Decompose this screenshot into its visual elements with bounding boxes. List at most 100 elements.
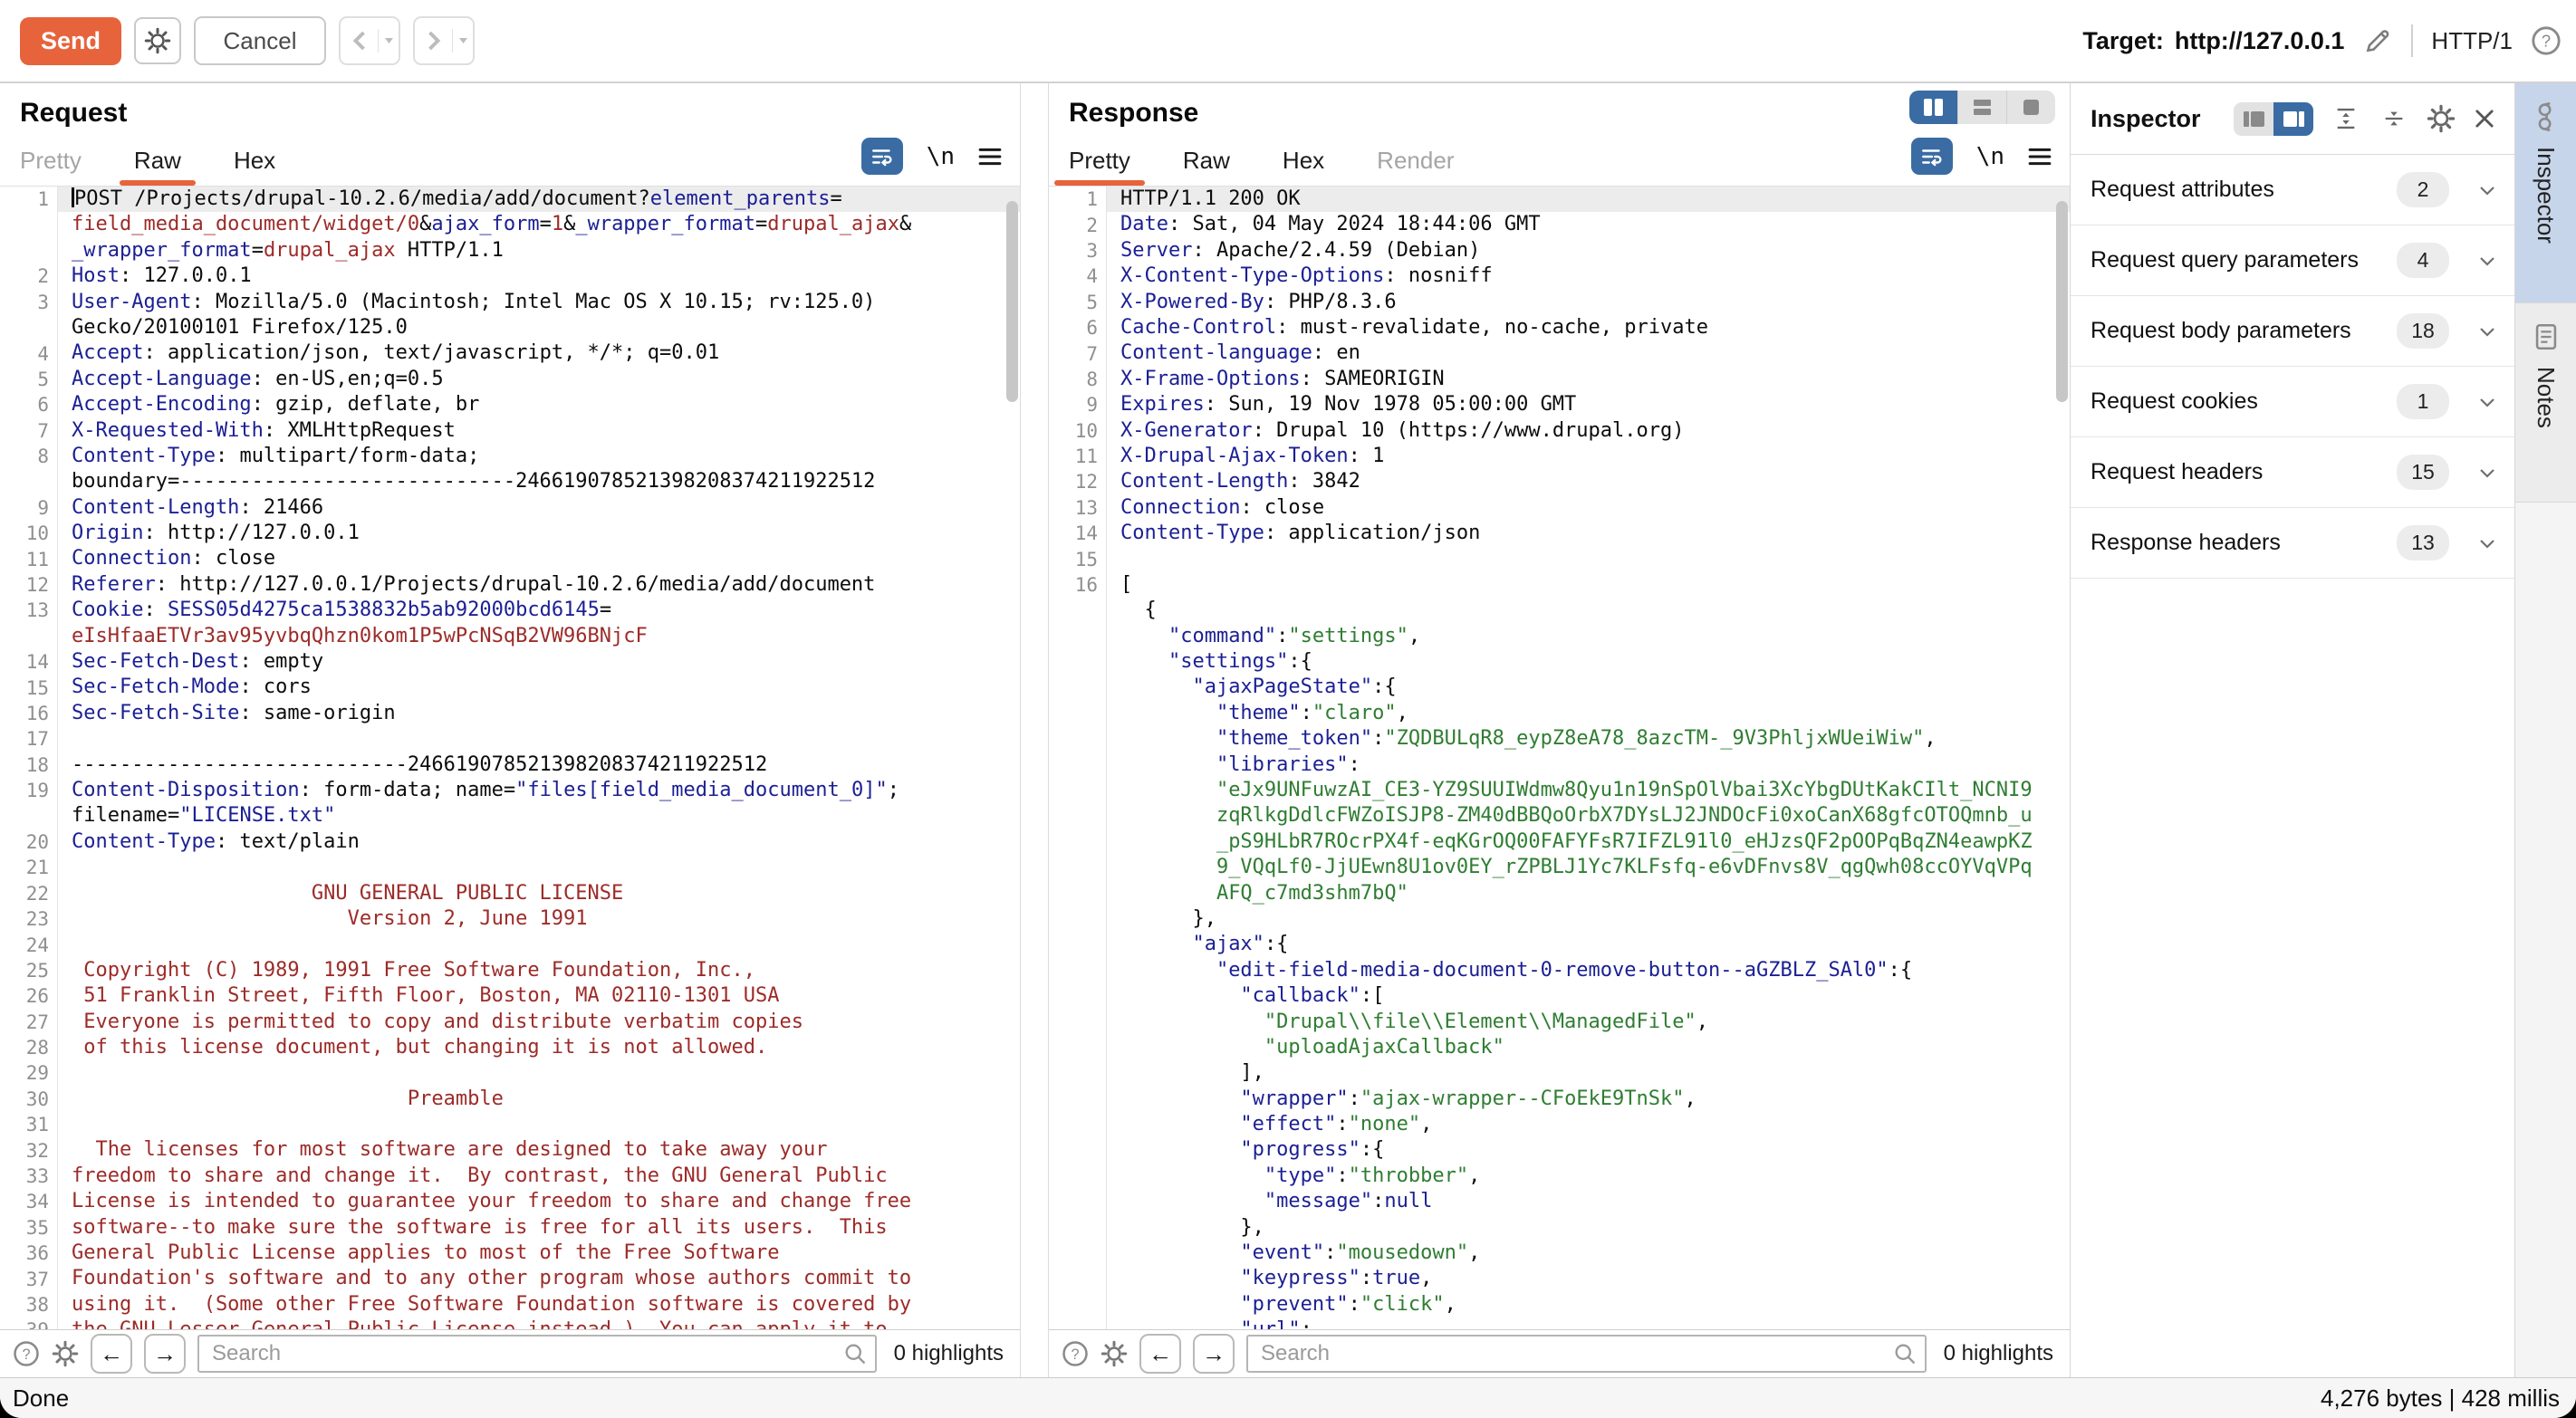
code-line[interactable]: "theme_token":"ZQDBULqR8_eypZ8eA78_8azcT… bbox=[1049, 726, 2070, 752]
code-line[interactable]: }, bbox=[1049, 1215, 2070, 1241]
code-line[interactable]: 9Expires: Sun, 19 Nov 1978 05:00:00 GMT bbox=[1049, 392, 2070, 417]
code-line[interactable]: 8X-Frame-Options: SAMEORIGIN bbox=[1049, 367, 2070, 392]
chevron-down-icon[interactable] bbox=[2476, 179, 2498, 201]
code-line[interactable]: 38using it. (Some other Free Software Fo… bbox=[0, 1292, 1020, 1317]
code-line[interactable]: _pS9HLbR7ROcrPX4f-eqKGrOQ00FAFYFsR7IFZL9… bbox=[1049, 829, 2070, 855]
word-wrap-toggle-button[interactable] bbox=[861, 138, 903, 175]
word-wrap-toggle-button[interactable] bbox=[1911, 138, 1953, 175]
code-line[interactable]: field_media_document/widget/0&ajax_form=… bbox=[0, 212, 1020, 237]
code-line[interactable]: 6Cache-Control: must-revalidate, no-cach… bbox=[1049, 315, 2070, 340]
inspector-section[interactable]: Request body parameters18 bbox=[2071, 296, 2514, 367]
code-line[interactable]: 4X-Content-Type-Options: nosniff bbox=[1049, 263, 2070, 289]
panel-splitter[interactable] bbox=[1021, 83, 1049, 1377]
send-button[interactable]: Send bbox=[20, 17, 121, 65]
code-line[interactable]: 11Connection: close bbox=[0, 546, 1020, 571]
code-line[interactable]: 10Origin: http://127.0.0.1 bbox=[0, 521, 1020, 546]
search-previous-button[interactable]: ← bbox=[91, 1334, 132, 1374]
cancel-button[interactable]: Cancel bbox=[194, 16, 326, 65]
code-line[interactable]: 21 bbox=[0, 855, 1020, 880]
dock-right-button[interactable] bbox=[2273, 102, 2313, 136]
code-line[interactable]: 16Sec-Fetch-Site: same-origin bbox=[0, 701, 1020, 726]
code-line[interactable]: 14Content-Type: application/json bbox=[1049, 521, 2070, 546]
request-editor[interactable]: 1POST /Projects/drupal-10.2.6/media/add/… bbox=[0, 186, 1020, 1329]
show-newlines-button[interactable]: \n bbox=[1976, 143, 2004, 170]
close-icon[interactable] bbox=[2472, 106, 2497, 131]
side-tab-inspector[interactable]: Inspector bbox=[2515, 83, 2576, 303]
menu-icon[interactable] bbox=[2028, 146, 2052, 168]
tab-response-hex[interactable]: Hex bbox=[1283, 147, 1324, 175]
code-line[interactable]: 2Host: 127.0.0.1 bbox=[0, 263, 1020, 289]
tab-response-raw[interactable]: Raw bbox=[1183, 147, 1230, 175]
search-settings-gear-icon[interactable] bbox=[52, 1340, 79, 1367]
code-line[interactable]: zqRlkgDdlcFWZoISJP8-ZM40dBBQoOrbX7DYsLJ2… bbox=[1049, 803, 2070, 829]
search-next-button[interactable]: → bbox=[144, 1334, 186, 1374]
code-line[interactable]: 14Sec-Fetch-Dest: empty bbox=[0, 649, 1020, 675]
tab-response-pretty[interactable]: Pretty bbox=[1069, 147, 1130, 175]
inspector-section[interactable]: Request cookies1 bbox=[2071, 367, 2514, 437]
code-line[interactable]: Gecko/20100101 Firefox/125.0 bbox=[0, 315, 1020, 340]
code-line[interactable]: 35software--to make sure the software is… bbox=[0, 1215, 1020, 1241]
request-scrollbar[interactable] bbox=[1006, 201, 1018, 402]
code-line[interactable]: 31 bbox=[0, 1112, 1020, 1137]
code-line[interactable]: ], bbox=[1049, 1060, 2070, 1086]
collapse-all-icon[interactable] bbox=[2381, 106, 2407, 131]
code-line[interactable]: { bbox=[1049, 598, 2070, 623]
search-settings-gear-icon[interactable] bbox=[1101, 1340, 1128, 1367]
code-line[interactable]: "edit-field-media-document-0-remove-butt… bbox=[1049, 958, 2070, 983]
chevron-down-icon[interactable] bbox=[2476, 532, 2498, 554]
search-help-icon[interactable]: ? bbox=[1062, 1340, 1089, 1367]
inspector-settings-gear-icon[interactable] bbox=[2427, 104, 2456, 133]
tab-request-hex[interactable]: Hex bbox=[234, 147, 275, 175]
code-line[interactable]: "uploadAjaxCallback" bbox=[1049, 1035, 2070, 1060]
code-line[interactable]: "eJx9UNFuwzAI_CE3-YZ9SUUIWdmw8Qyu1n19nSp… bbox=[1049, 778, 2070, 803]
code-line[interactable]: 12Content-Length: 3842 bbox=[1049, 469, 2070, 494]
code-line[interactable]: 12Referer: http://127.0.0.1/Projects/dru… bbox=[0, 572, 1020, 598]
code-line[interactable]: 19Content-Disposition: form-data; name="… bbox=[0, 778, 1020, 803]
code-line[interactable]: 15Sec-Fetch-Mode: cors bbox=[0, 675, 1020, 700]
code-line[interactable]: _wrapper_format=drupal_ajax HTTP/1.1 bbox=[0, 238, 1020, 263]
code-line[interactable]: 16[ bbox=[1049, 572, 2070, 598]
code-line[interactable]: filename="LICENSE.txt" bbox=[0, 803, 1020, 829]
code-line[interactable]: 3Server: Apache/2.4.59 (Debian) bbox=[1049, 238, 2070, 263]
code-line[interactable]: "message":null bbox=[1049, 1189, 2070, 1214]
dock-left-button[interactable] bbox=[2234, 102, 2273, 136]
code-line[interactable]: 2Date: Sat, 04 May 2024 18:44:06 GMT bbox=[1049, 212, 2070, 237]
show-newlines-button[interactable]: \n bbox=[927, 143, 955, 170]
previous-dropdown-arrow[interactable] bbox=[379, 37, 399, 44]
next-dropdown-arrow[interactable] bbox=[453, 37, 473, 44]
code-line[interactable]: 28 of this license document, but changin… bbox=[0, 1035, 1020, 1060]
search-previous-button[interactable]: ← bbox=[1139, 1334, 1181, 1374]
code-line[interactable]: 13Cookie: SESS05d4275ca1538832b5ab92000b… bbox=[0, 598, 1020, 623]
code-line[interactable]: 20Content-Type: text/plain bbox=[0, 829, 1020, 855]
next-request-button[interactable] bbox=[413, 16, 475, 65]
code-line[interactable]: 18----------------------------2466190785… bbox=[0, 752, 1020, 778]
send-settings-button[interactable] bbox=[134, 17, 181, 64]
code-line[interactable]: 25 Copyright (C) 1989, 1991 Free Softwar… bbox=[0, 958, 1020, 983]
code-line[interactable]: 39the GNU Lesser General Public License … bbox=[0, 1317, 1020, 1329]
code-line[interactable]: 1HTTP/1.1 200 OK bbox=[1049, 187, 2070, 212]
code-line[interactable]: eIsHfaaETVr3av95yvbqQhzn0kom1P5wPcNSqB2V… bbox=[0, 624, 1020, 649]
code-line[interactable]: 9Content-Length: 21466 bbox=[0, 495, 1020, 521]
code-line[interactable]: 30 Preamble bbox=[0, 1087, 1020, 1112]
code-line[interactable]: AFQ_c7md3shm7bQ" bbox=[1049, 881, 2070, 906]
code-line[interactable]: "Drupal\\file\\Element\\ManagedFile", bbox=[1049, 1010, 2070, 1035]
code-line[interactable]: 34License is intended to guarantee your … bbox=[0, 1189, 1020, 1214]
search-help-icon[interactable]: ? bbox=[13, 1340, 40, 1367]
code-line[interactable]: 5Accept-Language: en-US,en;q=0.5 bbox=[0, 367, 1020, 392]
code-line[interactable]: 11X-Drupal-Ajax-Token: 1 bbox=[1049, 444, 2070, 469]
code-line[interactable]: "libraries": bbox=[1049, 752, 2070, 778]
code-line[interactable]: 3User-Agent: Mozilla/5.0 (Macintosh; Int… bbox=[0, 290, 1020, 315]
code-line[interactable]: 5X-Powered-By: PHP/8.3.6 bbox=[1049, 290, 2070, 315]
code-line[interactable]: "url": bbox=[1049, 1317, 2070, 1329]
code-line[interactable]: 29 bbox=[0, 1060, 1020, 1086]
search-next-button[interactable]: → bbox=[1193, 1334, 1235, 1374]
code-line[interactable]: 6Accept-Encoding: gzip, deflate, br bbox=[0, 392, 1020, 417]
help-icon[interactable]: ? bbox=[2531, 25, 2562, 56]
code-line[interactable]: "command":"settings", bbox=[1049, 624, 2070, 649]
edit-target-pencil-icon[interactable] bbox=[2362, 25, 2393, 56]
code-line[interactable]: "type":"throbber", bbox=[1049, 1164, 2070, 1189]
code-line[interactable]: 9_VQqLf0-JjUEwn8U1ov0EY_rZPBLJ1Yc7KLFsfq… bbox=[1049, 855, 2070, 880]
request-search-input[interactable] bbox=[197, 1335, 877, 1373]
code-line[interactable]: 7X-Requested-With: XMLHttpRequest bbox=[0, 418, 1020, 444]
code-line[interactable]: boundary=----------------------------246… bbox=[0, 469, 1020, 494]
